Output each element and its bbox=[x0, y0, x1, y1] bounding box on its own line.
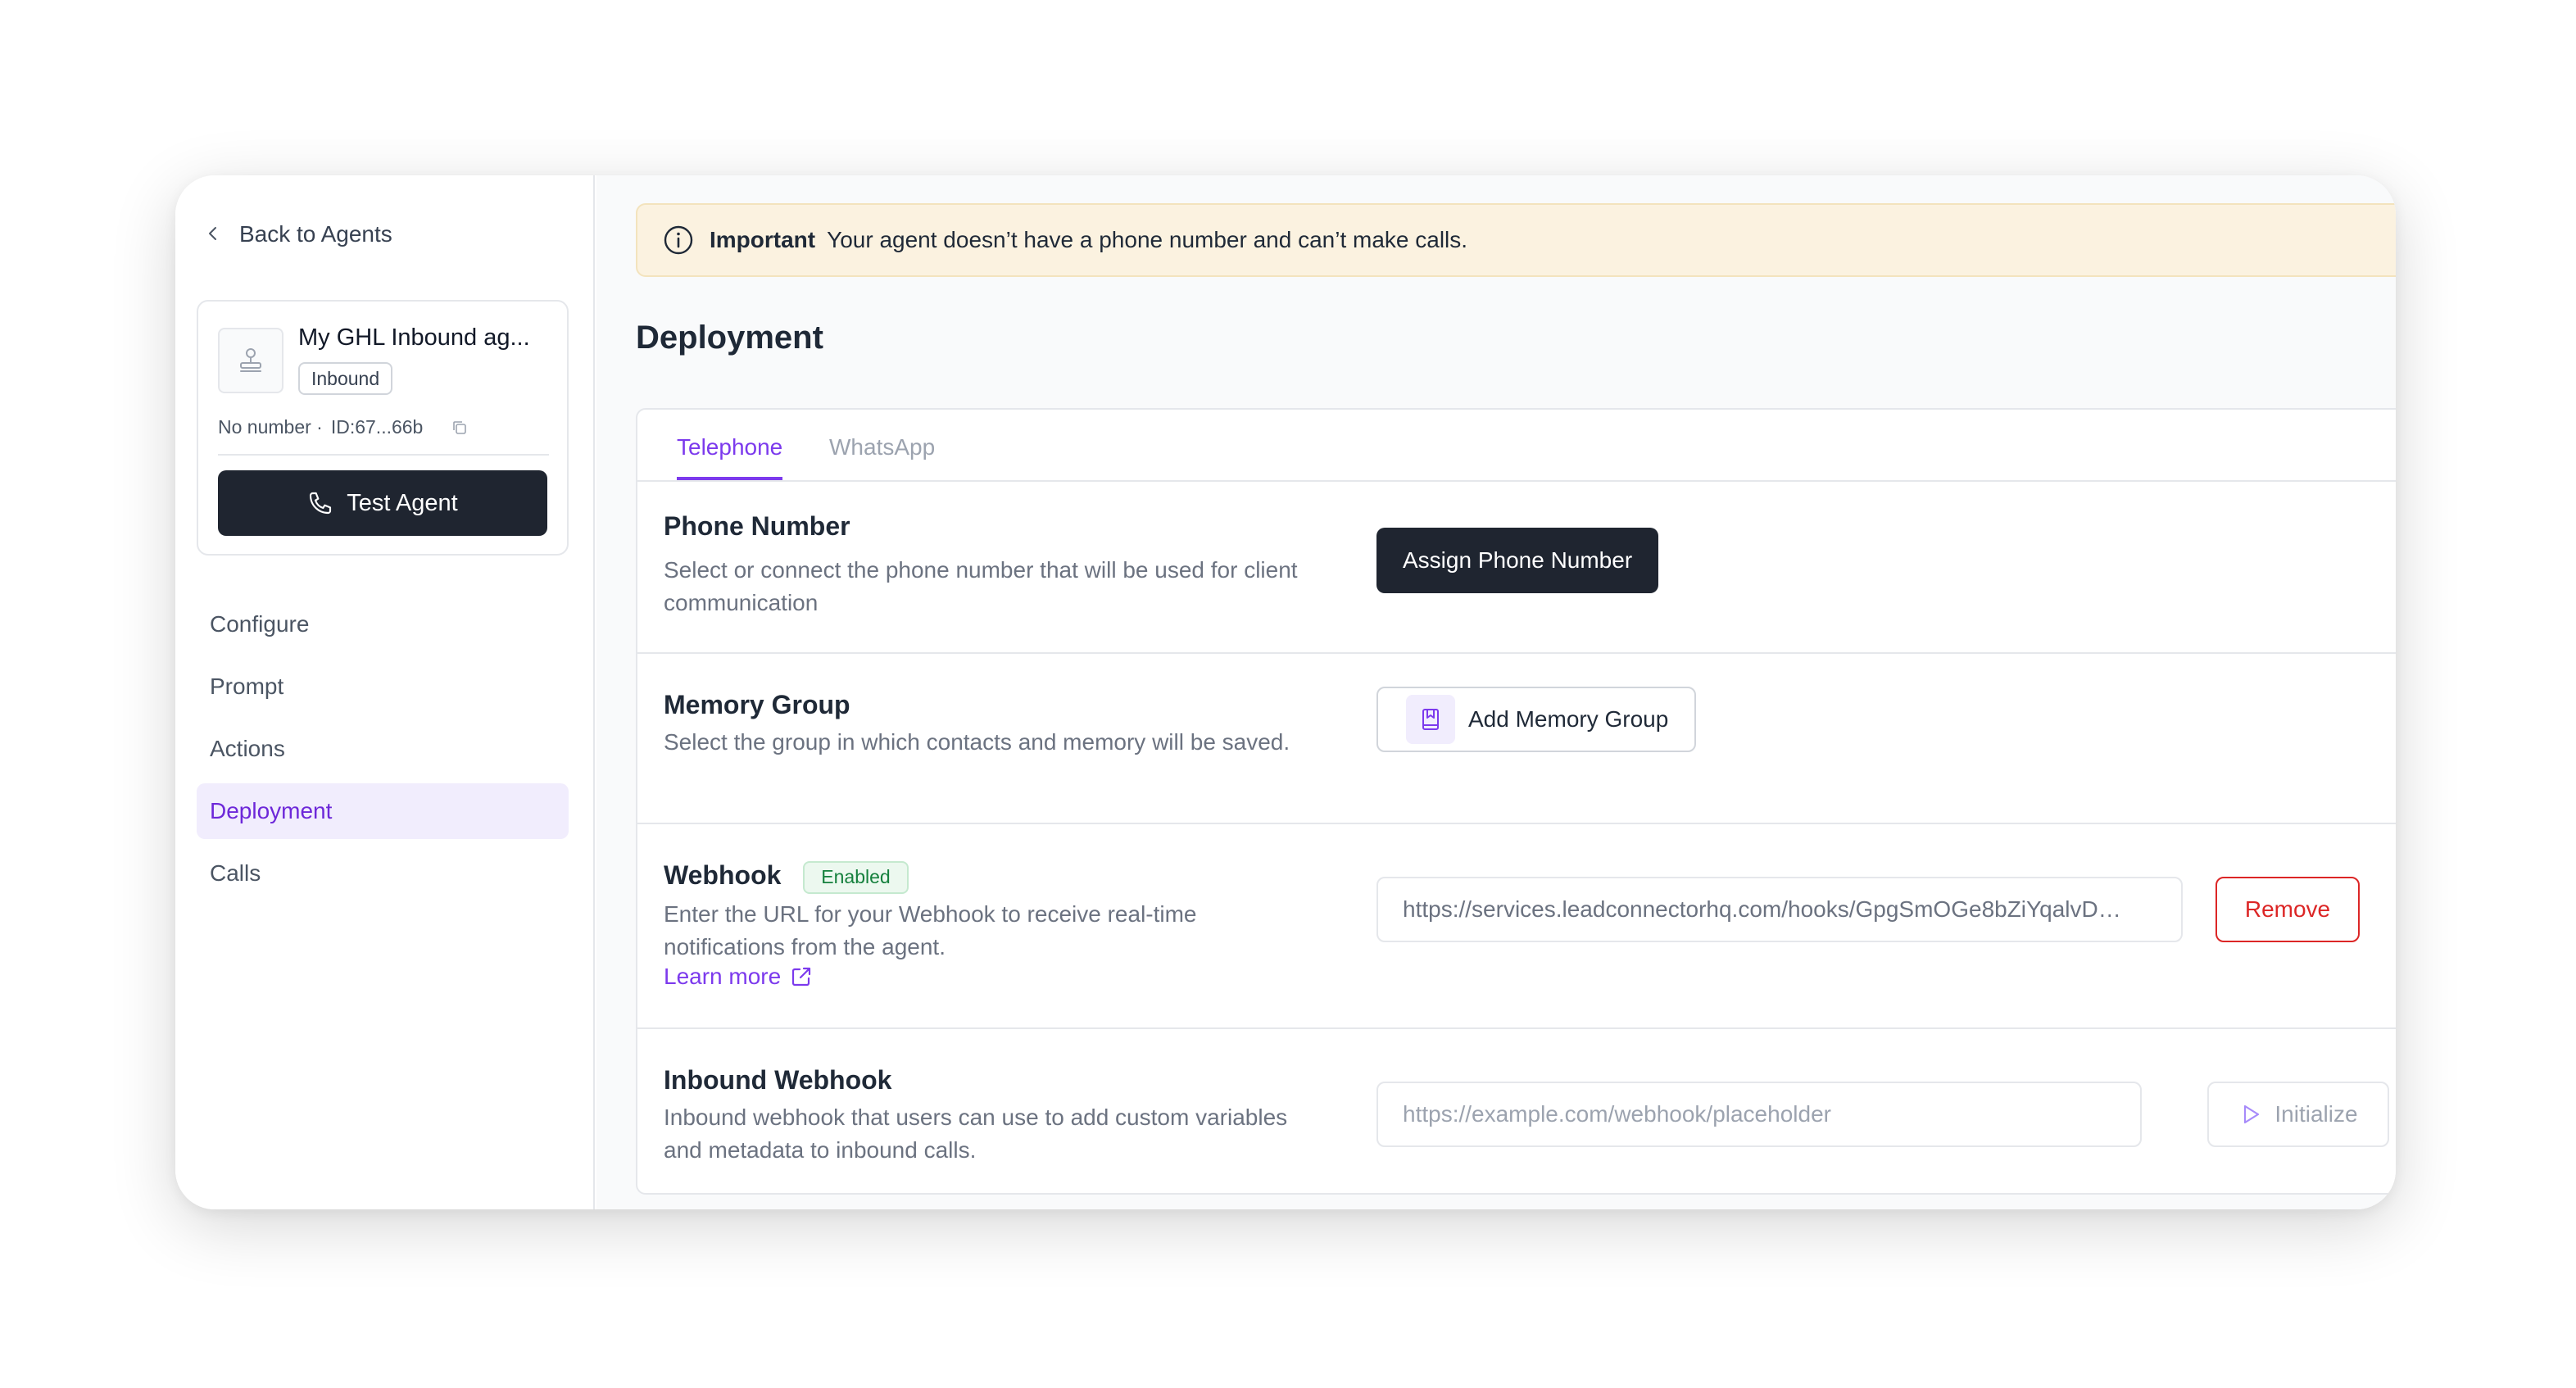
sidebar-item-prompt[interactable]: Prompt bbox=[197, 659, 569, 714]
alert-message: Your agent doesn’t have a phone number a… bbox=[827, 227, 1468, 252]
section-divider bbox=[637, 652, 2396, 654]
tab-telephone[interactable]: Telephone bbox=[677, 434, 783, 480]
page-title: Deployment bbox=[636, 320, 823, 356]
inbound-webhook-title: Inbound Webhook bbox=[664, 1065, 892, 1095]
learn-more-link[interactable]: Learn more bbox=[664, 964, 814, 990]
initialize-label: Initialize bbox=[2274, 1101, 2358, 1127]
bookmark-book-icon bbox=[1406, 695, 1455, 744]
agent-card: My GHL Inbound ag... Inbound No number ·… bbox=[197, 300, 569, 556]
section-divider bbox=[637, 1027, 2396, 1029]
agent-avatar bbox=[218, 328, 283, 393]
webhook-title: Webhook Enabled bbox=[664, 860, 909, 894]
inbound-webhook-description: Inbound webhook that users can use to ad… bbox=[664, 1105, 1288, 1163]
main-content: Important Your agent doesn’t have a phon… bbox=[596, 175, 2396, 1209]
app-window: Back to Agents My GHL Inbound ag... Inbo… bbox=[175, 175, 2396, 1209]
sidebar-item-configure[interactable]: Configure bbox=[197, 596, 569, 652]
card-divider bbox=[218, 454, 549, 456]
external-link-icon bbox=[792, 967, 811, 987]
inbound-webhook-input[interactable]: https://example.com/webhook/placeholder bbox=[1376, 1082, 2142, 1147]
memory-group-title: Memory Group bbox=[664, 690, 850, 719]
sidebar: Back to Agents My GHL Inbound ag... Inbo… bbox=[175, 175, 595, 1209]
alert-title: Important bbox=[710, 227, 816, 252]
sidebar-nav: Configure Prompt Actions Deployment Call… bbox=[197, 596, 569, 908]
sidebar-item-actions[interactable]: Actions bbox=[197, 721, 569, 777]
remove-webhook-button[interactable]: Remove bbox=[2215, 877, 2360, 942]
memory-group-description: Select the group in which contacts and m… bbox=[664, 729, 1290, 755]
add-memory-group-label: Add Memory Group bbox=[1468, 706, 1669, 732]
tab-whatsapp[interactable]: WhatsApp bbox=[829, 434, 935, 480]
deployment-panel: Telephone WhatsApp Phone Number Select o… bbox=[636, 408, 2396, 1195]
back-to-agents-label: Back to Agents bbox=[239, 221, 392, 247]
initialize-button[interactable]: Initialize bbox=[2207, 1082, 2389, 1147]
phone-number-description: Select or connect the phone number that … bbox=[664, 557, 1298, 615]
webhook-description: Enter the URL for your Webhook to receiv… bbox=[664, 901, 1197, 959]
webhook-enabled-badge: Enabled bbox=[803, 860, 909, 894]
copy-icon[interactable] bbox=[451, 419, 469, 437]
learn-more-label: Learn more bbox=[664, 964, 782, 989]
webhook-title-text: Webhook bbox=[664, 860, 782, 890]
sidebar-item-deployment[interactable]: Deployment bbox=[197, 783, 569, 839]
agent-type-badge: Inbound bbox=[298, 362, 393, 395]
chevron-left-icon bbox=[205, 221, 221, 247]
sidebar-item-calls[interactable]: Calls bbox=[197, 846, 569, 901]
phone-number-title: Phone Number bbox=[664, 511, 850, 541]
agent-number: No number · bbox=[218, 416, 323, 438]
agent-id: ID:67...66b bbox=[330, 416, 424, 438]
test-agent-label: Test Agent bbox=[347, 489, 458, 516]
assign-phone-number-button[interactable]: Assign Phone Number bbox=[1376, 528, 1659, 593]
agent-stamp-icon bbox=[240, 348, 261, 372]
important-alert: Important Your agent doesn’t have a phon… bbox=[636, 203, 2396, 277]
tabs: Telephone WhatsApp bbox=[637, 410, 2396, 482]
test-agent-button[interactable]: Test Agent bbox=[218, 470, 547, 536]
webhook-url-input[interactable]: https://services.leadconnectorhq.com/hoo… bbox=[1376, 877, 2183, 942]
play-icon bbox=[2244, 1105, 2260, 1124]
info-circle-icon bbox=[664, 225, 693, 255]
add-memory-group-button[interactable]: Add Memory Group bbox=[1376, 687, 1697, 752]
back-to-agents-link[interactable]: Back to Agents bbox=[205, 220, 392, 249]
agent-meta: No number · ID:67...66b bbox=[218, 416, 469, 438]
section-divider bbox=[637, 823, 2396, 824]
phone-icon bbox=[310, 492, 332, 515]
agent-name: My GHL Inbound ag... bbox=[298, 324, 530, 351]
